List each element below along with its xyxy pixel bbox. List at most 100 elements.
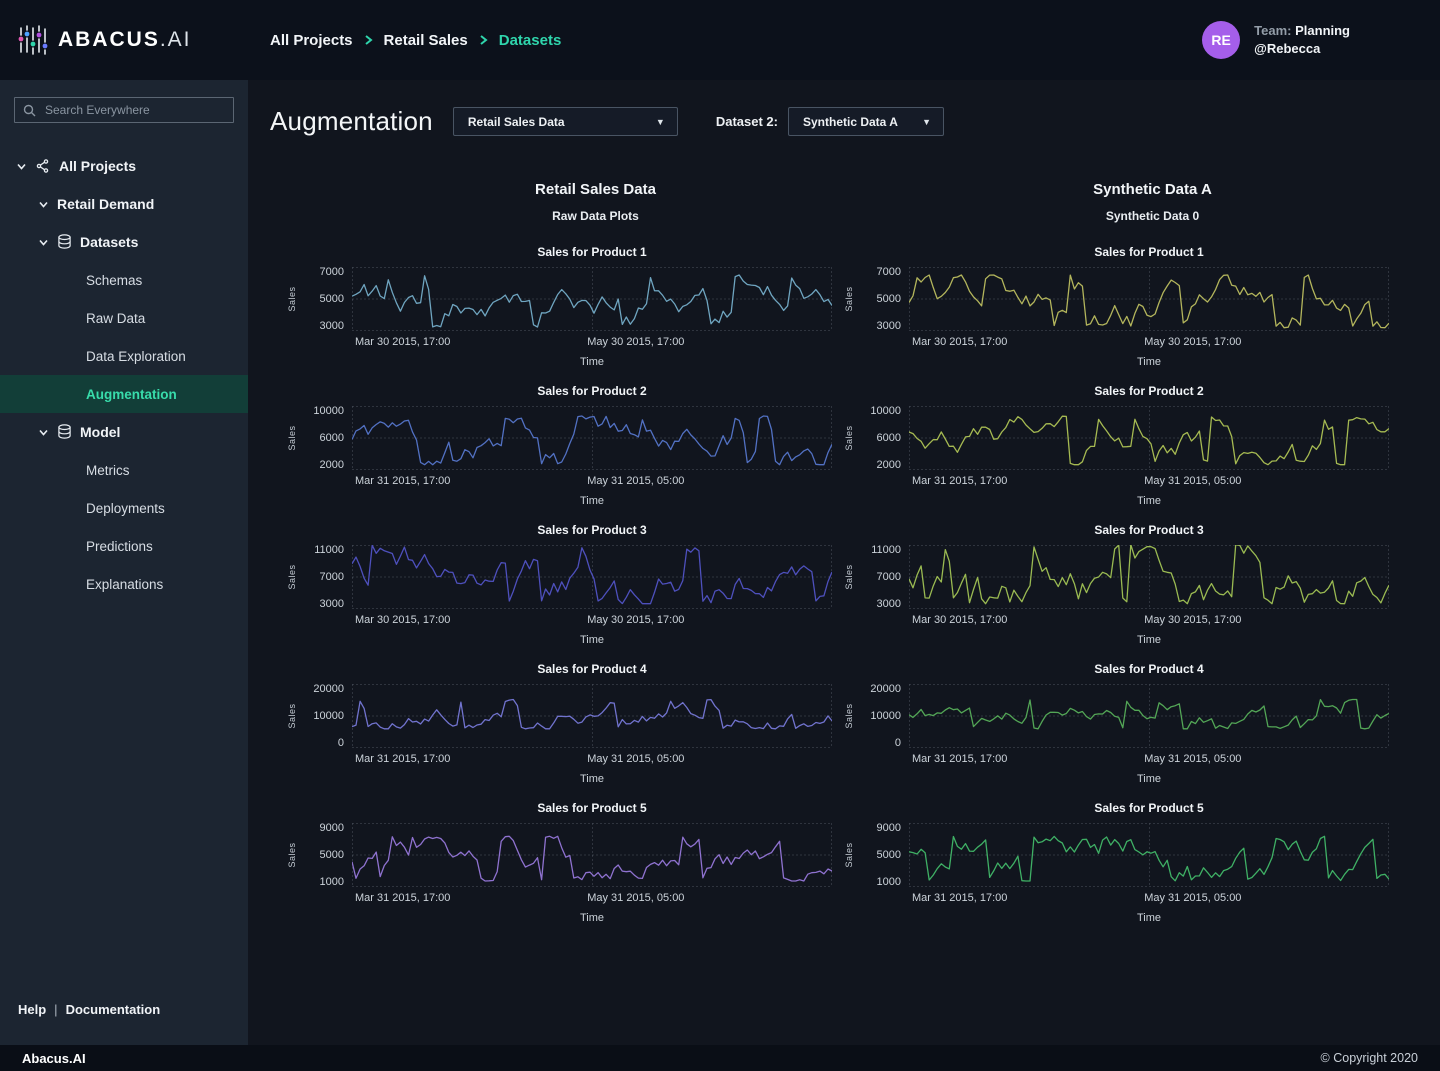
chart-title: Sales for Product 4 <box>909 662 1389 676</box>
sidebar-item-raw-data[interactable]: Raw Data <box>0 299 248 337</box>
main-content: Augmentation Retail Sales Data ▼ Dataset… <box>248 80 1440 1045</box>
search-icon <box>23 104 36 117</box>
sidebar-item-data-exploration[interactable]: Data Exploration <box>0 337 248 375</box>
chart-left-sales-for-product-5: Sales for Product 5Sales900050001000Mar … <box>284 801 839 924</box>
chart-row-1: Sales for Product 1Sales700050003000Mar … <box>248 245 1440 368</box>
documentation-link[interactable]: Documentation <box>66 1002 161 1017</box>
abacus-logo-icon <box>18 24 48 56</box>
sidebar-item-model[interactable]: Model <box>0 413 248 451</box>
x-axis-label: Time <box>352 356 832 368</box>
sidebar-item-explanations[interactable]: Explanations <box>0 565 248 603</box>
breadcrumb-item-datasets[interactable]: Datasets <box>499 32 562 49</box>
footer-brand[interactable]: Abacus.AI <box>22 1051 86 1066</box>
y-axis-label: Sales <box>284 267 300 331</box>
y-axis-ticks: 700050003000 <box>300 267 352 331</box>
right-column-subtitle: Synthetic Data 0 <box>909 209 1396 223</box>
x-axis-label: Time <box>352 773 832 785</box>
sidebar-item-label: Model <box>80 424 120 440</box>
chart-left-sales-for-product-4: Sales for Product 4Sales20000100000Mar 3… <box>284 662 839 785</box>
chevron-right-icon <box>479 34 488 46</box>
sidebar-nav: All Projects Retail Demand Datasets Schemas… <box>0 147 248 1002</box>
dataset2-label: Dataset 2: <box>716 114 778 129</box>
line-chart-svg <box>909 545 1389 609</box>
line-chart-svg <box>909 267 1389 331</box>
caret-down-icon: ▼ <box>922 117 931 127</box>
sidebar-item-retail-demand[interactable]: Retail Demand <box>0 185 248 223</box>
y-axis-label: Sales <box>841 823 857 887</box>
plot-area <box>909 823 1389 887</box>
x-axis-ticks: Mar 31 2015, 17:00May 31 2015, 05:00 <box>909 475 1389 488</box>
sidebar-item-deployments[interactable]: Deployments <box>0 489 248 527</box>
search-input[interactable] <box>43 102 225 118</box>
sidebar-item-label: Data Exploration <box>86 349 186 364</box>
page-head: Augmentation Retail Sales Data ▼ Dataset… <box>270 106 1440 137</box>
sidebar-item-label: Deployments <box>86 501 165 516</box>
line-chart-svg <box>352 406 832 470</box>
line-chart-svg <box>909 823 1389 887</box>
chart-right-sales-for-product-1: Sales for Product 1Sales700050003000Mar … <box>841 245 1396 368</box>
breadcrumb-item-retail-sales[interactable]: Retail Sales <box>384 32 468 49</box>
sidebar-item-predictions[interactable]: Predictions <box>0 527 248 565</box>
chart-title: Sales for Product 2 <box>352 384 832 398</box>
avatar[interactable]: RE <box>1202 21 1240 59</box>
dataset2-select[interactable]: Synthetic Data A ▼ <box>788 107 944 136</box>
caret-down-icon: ▼ <box>656 117 665 127</box>
chart-left-sales-for-product-2: Sales for Product 2Sales1000060002000Mar… <box>284 384 839 507</box>
dataset1-select[interactable]: Retail Sales Data ▼ <box>453 107 678 136</box>
app-footer: Abacus.AI © Copyright 2020 <box>0 1045 1440 1071</box>
plot-area <box>352 684 832 748</box>
team-info: Team: Planning @Rebecca <box>1254 22 1350 58</box>
chevron-right-icon <box>364 34 373 46</box>
chevron-down-icon <box>38 199 49 210</box>
sidebar-item-label: All Projects <box>59 158 136 174</box>
sidebar-item-datasets[interactable]: Datasets <box>0 223 248 261</box>
x-axis-label: Time <box>909 912 1389 924</box>
chart-title: Sales for Product 2 <box>909 384 1389 398</box>
x-axis-label: Time <box>352 912 832 924</box>
sidebar-item-label: Metrics <box>86 463 130 478</box>
logo[interactable]: ABACUS.AI <box>0 24 248 56</box>
breadcrumb-item-all-projects[interactable]: All Projects <box>270 32 353 49</box>
team-name: Planning <box>1295 23 1350 38</box>
y-axis-ticks: 900050001000 <box>857 823 909 887</box>
search-box <box>14 97 234 123</box>
help-link[interactable]: Help <box>18 1002 46 1017</box>
projects-graph-icon <box>35 158 51 174</box>
y-axis-label: Sales <box>284 823 300 887</box>
line-chart-svg <box>352 823 832 887</box>
line-chart-svg <box>909 406 1389 470</box>
sidebar-item-all-projects[interactable]: All Projects <box>0 147 248 185</box>
x-axis-label: Time <box>909 773 1389 785</box>
x-axis-label: Time <box>909 356 1389 368</box>
chart-left-sales-for-product-1: Sales for Product 1 Sales700050003000Mar … <box>284 245 839 368</box>
sidebar-item-label: Datasets <box>80 234 138 250</box>
y-axis-label: Sales <box>284 406 300 470</box>
x-axis-ticks: Mar 30 2015, 17:00May 30 2015, 17:00 <box>909 336 1389 349</box>
x-axis-label: Time <box>352 634 832 646</box>
sidebar-item-metrics[interactable]: Metrics <box>0 451 248 489</box>
left-column-subtitle: Raw Data Plots <box>352 209 839 223</box>
y-axis-ticks: 1100070003000 <box>857 545 909 609</box>
x-axis-ticks: Mar 31 2015, 17:00May 31 2015, 05:00 <box>909 753 1389 766</box>
chart-right-sales-for-product-5: Sales for Product 5Sales900050001000Mar … <box>841 801 1396 924</box>
footer-copyright: © Copyright 2020 <box>1321 1051 1418 1065</box>
separator: | <box>54 1002 57 1017</box>
user-handle: @Rebecca <box>1254 40 1350 58</box>
x-axis-ticks: Mar 30 2015, 17:00May 30 2015, 17:00 <box>352 336 832 349</box>
y-axis-ticks: 1100070003000 <box>300 545 352 609</box>
chevron-down-icon <box>38 237 49 248</box>
sidebar-item-schemas[interactable]: Schemas <box>0 261 248 299</box>
right-column-title: Synthetic Data A <box>909 181 1396 198</box>
left-column-header: Retail Sales Data Raw Data Plots <box>284 181 839 223</box>
x-axis-ticks: Mar 31 2015, 17:00May 31 2015, 05:00 <box>352 892 832 905</box>
chart-row-4: Sales for Product 4Sales20000100000Mar 3… <box>248 662 1440 785</box>
breadcrumb: All Projects Retail Sales Datasets <box>270 32 1202 49</box>
left-column-title: Retail Sales Data <box>352 181 839 198</box>
y-axis-label: Sales <box>284 545 300 609</box>
chevron-down-icon <box>16 161 27 172</box>
sidebar-item-augmentation[interactable]: Augmentation <box>0 375 248 413</box>
sidebar-item-label: Augmentation <box>86 387 177 402</box>
x-axis-label: Time <box>352 495 832 507</box>
chart-title: Sales for Product 5 <box>909 801 1389 815</box>
chart-title: Sales for Product 1 <box>352 245 832 259</box>
